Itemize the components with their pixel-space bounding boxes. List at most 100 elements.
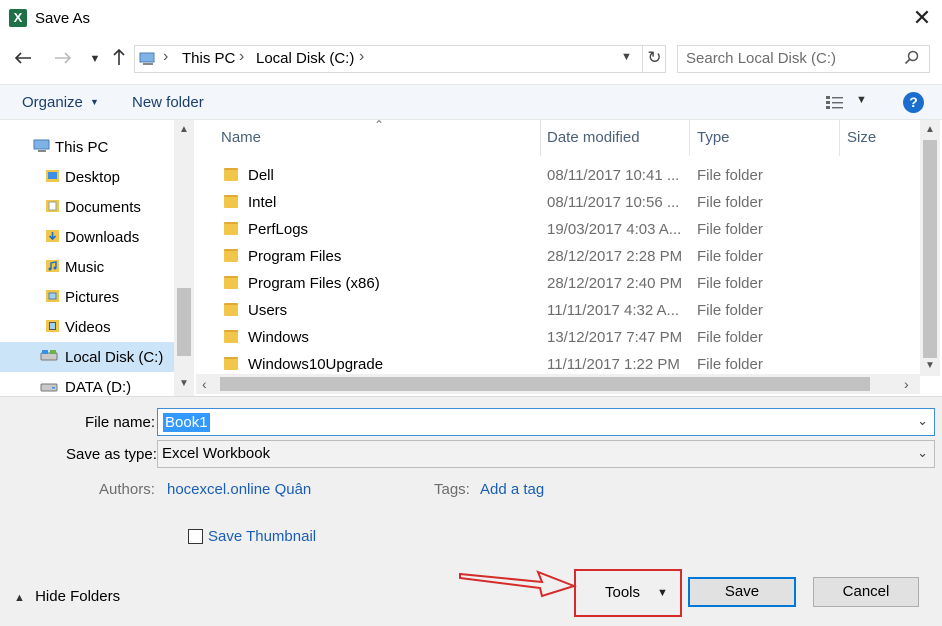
file-list-header: Name Date modified Type Size	[196, 120, 920, 156]
file-type: File folder	[697, 167, 763, 184]
file-date: 28/12/2017 2:28 PM	[547, 248, 683, 265]
save-button[interactable]: Save	[688, 577, 796, 607]
downloads-folder-icon	[45, 229, 61, 243]
sidebar-item-label: This PC	[55, 139, 109, 156]
desktop-folder-icon	[45, 169, 61, 183]
breadcrumb-separator: ›	[239, 48, 245, 65]
up-button[interactable]	[108, 48, 130, 70]
file-date: 11/11/2017 4:32 A...	[547, 302, 680, 319]
file-type: File folder	[697, 194, 763, 211]
sidebar-item-label: DATA (D:)	[65, 379, 132, 396]
file-date: 28/12/2017 2:40 PM	[547, 275, 683, 292]
annotation-arrow-icon	[459, 570, 578, 598]
save-type-select[interactable]: Excel Workbook ⌄	[157, 440, 935, 468]
chevron-down-icon[interactable]: ▼	[657, 587, 668, 599]
file-name: Program Files	[248, 248, 342, 265]
save-thumbnail-label[interactable]: Save Thumbnail	[208, 528, 316, 545]
column-header-size[interactable]: Size	[841, 120, 920, 156]
scrollbar-thumb[interactable]	[177, 288, 191, 356]
chevron-down-icon[interactable]: ⌄	[917, 413, 928, 429]
computer-icon	[139, 51, 157, 71]
file-type: File folder	[697, 248, 763, 265]
chevron-down-icon[interactable]: ▼	[856, 94, 867, 106]
list-item[interactable]: Dell 08/11/2017 10:41 ... File folder	[196, 162, 920, 189]
close-icon[interactable]: ✕	[910, 6, 934, 30]
file-type: File folder	[697, 275, 763, 292]
file-name-label: File name:	[85, 414, 156, 431]
hide-folders-label: Hide Folders	[35, 588, 121, 605]
sidebar-item-local-disk[interactable]: Local Disk (C:)	[0, 342, 174, 372]
sidebar-item-this-pc[interactable]: This PC	[0, 132, 174, 162]
breadcrumb-local-disk[interactable]: Local Disk (C:)	[256, 50, 354, 67]
pictures-folder-icon	[45, 289, 61, 303]
sidebar-item-label: Downloads	[65, 229, 140, 246]
back-button[interactable]	[12, 48, 34, 70]
scroll-down-icon[interactable]: ▼	[920, 360, 940, 371]
search-icon[interactable]	[904, 50, 919, 70]
cancel-button[interactable]: Cancel	[813, 577, 919, 607]
folder-icon	[224, 357, 238, 370]
view-options-icon[interactable]	[825, 94, 845, 115]
sidebar-item-downloads[interactable]: Downloads	[0, 222, 174, 252]
sidebar-item-videos[interactable]: Videos	[0, 312, 174, 342]
list-item[interactable]: PerfLogs 19/03/2017 4:03 A... File folde…	[196, 216, 920, 243]
scrollbar-thumb[interactable]	[923, 140, 937, 358]
file-name-value[interactable]: Book1	[163, 413, 210, 432]
forward-button[interactable]	[52, 48, 74, 70]
refresh-button[interactable]: ↻	[642, 45, 666, 73]
sidebar-item-label: Music	[65, 259, 105, 276]
sidebar-item-desktop[interactable]: Desktop	[0, 162, 174, 192]
window-title: Save As	[35, 10, 91, 27]
file-name: Program Files (x86)	[248, 275, 380, 292]
list-item[interactable]: Program Files (x86) 28/12/2017 2:40 PM F…	[196, 270, 920, 297]
chevron-down-icon: ▼	[89, 53, 101, 65]
sidebar-item-pictures[interactable]: Pictures	[0, 282, 174, 312]
new-folder-button[interactable]: New folder	[132, 94, 204, 111]
scroll-up-icon[interactable]: ▲	[920, 124, 940, 135]
address-dropdown-icon[interactable]: ▼	[621, 51, 632, 63]
file-name: Intel	[248, 194, 277, 211]
file-date: 11/11/2017 1:22 PM	[547, 356, 680, 373]
folder-icon	[224, 168, 238, 181]
column-header-type[interactable]: Type	[691, 120, 840, 156]
sidebar-item-label: Desktop	[65, 169, 121, 186]
organize-button[interactable]: Organize ▼	[22, 94, 99, 111]
sidebar-item-music[interactable]: Music	[0, 252, 174, 282]
list-item[interactable]: Users 11/11/2017 4:32 A... File folder	[196, 297, 920, 324]
save-thumbnail-checkbox[interactable]	[188, 529, 203, 544]
list-item[interactable]: Windows 13/12/2017 7:47 PM File folder	[196, 324, 920, 351]
recent-locations-button[interactable]: ▼	[84, 48, 106, 70]
scroll-right-icon[interactable]: ›	[904, 376, 909, 392]
sidebar-item-documents[interactable]: Documents	[0, 192, 174, 222]
scrollbar-thumb[interactable]	[220, 377, 870, 391]
hide-folders-button[interactable]: ▲ Hide Folders	[14, 588, 120, 605]
column-header-date[interactable]: Date modified	[541, 120, 690, 156]
breadcrumb-this-pc[interactable]: This PC	[182, 50, 235, 67]
documents-folder-icon	[45, 199, 61, 213]
tools-button[interactable]: Tools	[605, 584, 640, 601]
scroll-left-icon[interactable]: ‹	[202, 376, 207, 392]
folder-icon	[224, 222, 238, 235]
list-item[interactable]: Intel 08/11/2017 10:56 ... File folder	[196, 189, 920, 216]
help-icon[interactable]: ?	[903, 92, 924, 113]
navigation-pane: This PC Desktop Documents Downloads Musi…	[0, 120, 195, 396]
sidebar-item-data-drive[interactable]: DATA (D:)	[0, 372, 174, 396]
file-name-field[interactable]: Book1 ⌄	[157, 408, 935, 436]
authors-value[interactable]: hocexcel.online Quân	[167, 481, 311, 498]
tags-label: Tags:	[434, 481, 470, 498]
drive-icon	[40, 349, 58, 363]
tags-value[interactable]: Add a tag	[480, 481, 544, 498]
scroll-up-icon[interactable]: ▲	[174, 124, 194, 135]
chevron-down-icon[interactable]: ⌄	[917, 445, 928, 461]
search-box[interactable]	[677, 45, 930, 73]
arrow-left-icon	[14, 52, 31, 64]
save-type-value: Excel Workbook	[162, 445, 271, 462]
search-input[interactable]	[686, 50, 896, 67]
breadcrumb-separator: ›	[163, 48, 169, 65]
address-bar[interactable]: › This PC › Local Disk (C:) › ▼	[134, 45, 666, 73]
list-item[interactable]: Program Files 28/12/2017 2:28 PM File fo…	[196, 243, 920, 270]
file-date: 08/11/2017 10:41 ...	[547, 167, 680, 184]
file-type: File folder	[697, 302, 763, 319]
scroll-down-icon[interactable]: ▼	[174, 378, 194, 389]
folder-icon	[224, 276, 238, 289]
